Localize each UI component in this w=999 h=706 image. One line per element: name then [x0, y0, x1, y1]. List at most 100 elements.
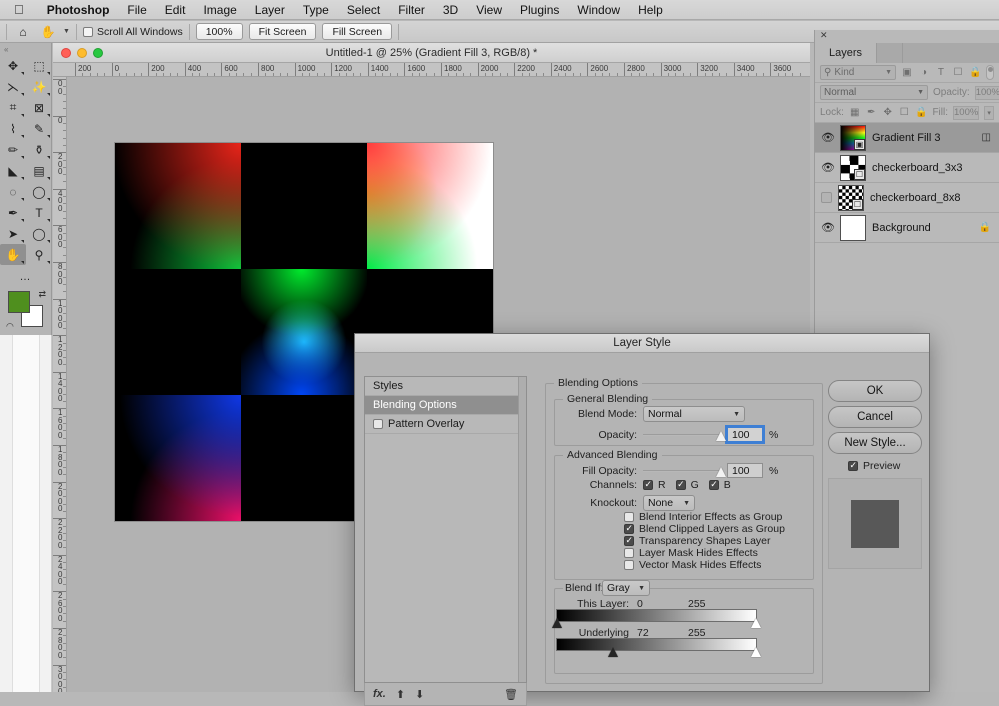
- fill-screen-button[interactable]: Fill Screen: [322, 23, 393, 40]
- dodge-tool-icon[interactable]: ◯: [26, 181, 52, 202]
- close-icon[interactable]: ✕: [815, 30, 999, 43]
- menu-item-file[interactable]: File: [118, 3, 155, 17]
- channel-g-checkbox[interactable]: G: [675, 479, 699, 491]
- hand-tool-icon[interactable]: ✋: [0, 244, 26, 265]
- blend-if-channel-dropdown[interactable]: Gray ▼: [602, 580, 650, 596]
- crop-tool-icon[interactable]: ⌗: [0, 97, 26, 118]
- opacity-value[interactable]: 100%: [974, 85, 999, 100]
- advanced-blending-checkbox[interactable]: Vector Mask Hides Effects: [624, 559, 761, 571]
- lock-transparent-pixels-icon[interactable]: ▦: [849, 107, 861, 118]
- filter-kind-dropdown[interactable]: ⚲ Kind ▼: [820, 65, 896, 80]
- swap-colors-icon[interactable]: ⇄: [38, 289, 46, 300]
- menu-item-image[interactable]: Image: [194, 3, 245, 17]
- eyedropper-tool-icon[interactable]: ⌇: [0, 118, 26, 139]
- healing-brush-tool-icon[interactable]: ✎: [26, 118, 52, 139]
- eye-visible-icon[interactable]: 👁: [821, 161, 835, 174]
- lock-all-icon[interactable]: 🔒: [915, 107, 927, 118]
- ellipse-tool-icon[interactable]: ◯: [26, 223, 52, 244]
- move-up-icon[interactable]: ⬆: [396, 688, 405, 701]
- fill-opacity-input[interactable]: 100: [727, 463, 763, 478]
- tab-placeholder[interactable]: [877, 43, 904, 63]
- move-tool-icon[interactable]: ✥: [0, 55, 26, 76]
- rectangular-marquee-tool-icon[interactable]: ⬚: [26, 55, 52, 76]
- layer-row[interactable]: 👁 ☐ checkerboard_3x3: [815, 153, 999, 183]
- tab-layers[interactable]: Layers: [815, 43, 878, 63]
- foreground-color-swatch[interactable]: [8, 291, 30, 313]
- fill-opacity-slider-handle[interactable]: [716, 467, 727, 478]
- opacity-slider-handle[interactable]: [716, 431, 727, 442]
- advanced-blending-checkbox[interactable]: Blend Clipped Layers as Group: [624, 523, 785, 535]
- underlying-layer-gradient-bar[interactable]: [556, 638, 761, 657]
- blur-tool-icon[interactable]: ◌: [0, 181, 26, 202]
- smart-object-filter-icon[interactable]: 🔒: [969, 67, 981, 78]
- channel-b-checkbox[interactable]: B: [708, 479, 731, 491]
- home-icon[interactable]: ⌂: [13, 25, 33, 39]
- checkerboard-3x3-thumb[interactable]: ☐: [840, 154, 866, 181]
- styles-list-item-pattern-overlay[interactable]: Pattern Overlay: [365, 415, 526, 434]
- document-title-bar[interactable]: Untitled-1 @ 25% (Gradient Fill 3, RGB/8…: [53, 43, 810, 63]
- adjustment-layer-filter-icon[interactable]: ◑: [918, 67, 930, 78]
- layer-row[interactable]: 👁 ▣ Gradient Fill 3 ◫: [815, 123, 999, 153]
- underlying-layer-black-handle[interactable]: [607, 647, 619, 658]
- menu-item-layer[interactable]: Layer: [246, 3, 294, 17]
- hand-tool-icon[interactable]: ✋: [39, 25, 57, 39]
- scroll-all-windows-checkbox[interactable]: Scroll All Windows: [82, 26, 183, 38]
- eye-visible-icon[interactable]: 👁: [821, 131, 835, 144]
- fill-stepper[interactable]: ▾: [984, 105, 994, 120]
- knockout-dropdown[interactable]: None ▼: [643, 495, 695, 511]
- magic-wand-tool-icon[interactable]: ✨: [26, 76, 52, 97]
- opacity-input[interactable]: 100: [725, 425, 765, 444]
- blend-mode-dropdown[interactable]: Normal ▼: [643, 406, 745, 422]
- menu-item-select[interactable]: Select: [338, 3, 389, 17]
- advanced-blending-checkbox[interactable]: Transparency Shapes Layer: [624, 535, 771, 547]
- lock-image-pixels-icon[interactable]: ✒: [865, 107, 877, 118]
- edit-toolbar-icon[interactable]: …: [0, 272, 51, 286]
- path-selection-tool-icon[interactable]: ➤: [0, 223, 26, 244]
- menu-item-photoshop[interactable]: Photoshop: [38, 3, 119, 17]
- eraser-tool-icon[interactable]: ◣: [0, 160, 26, 181]
- horizontal-ruler[interactable]: 200 0 200 400 600 800 1000 1200 1400 1600 1800 2000…: [53, 63, 810, 77]
- advanced-blending-checkbox[interactable]: Layer Mask Hides Effects: [624, 547, 758, 559]
- advanced-blending-checkbox[interactable]: Blend Interior Effects as Group: [624, 511, 782, 523]
- type-layer-filter-icon[interactable]: T: [935, 67, 947, 78]
- fx-icon[interactable]: fx.: [373, 688, 386, 700]
- shape-layer-filter-icon[interactable]: ☐: [952, 67, 964, 78]
- underlying-layer-white-handle[interactable]: [750, 647, 762, 658]
- opacity-slider[interactable]: [643, 428, 721, 442]
- menu-item-window[interactable]: Window: [568, 3, 629, 17]
- layer-row[interactable]: 👁 Background 🔒: [815, 213, 999, 243]
- layer-row[interactable]: ☐ checkerboard_8x8: [815, 183, 999, 213]
- white-thumb[interactable]: [840, 214, 866, 241]
- styles-list-item-styles[interactable]: Styles: [365, 377, 526, 396]
- zoom-tool-icon[interactable]: ⚲: [26, 244, 52, 265]
- ok-button[interactable]: OK: [828, 380, 922, 402]
- fit-screen-button[interactable]: Fit Screen: [248, 23, 317, 40]
- minimize-window-button[interactable]: [77, 48, 87, 58]
- menu-item-filter[interactable]: Filter: [389, 3, 434, 17]
- lasso-tool-icon[interactable]: ⋋: [0, 76, 26, 97]
- menu-item-plugins[interactable]: Plugins: [511, 3, 568, 17]
- frame-tool-icon[interactable]: ⊠: [26, 97, 52, 118]
- layer-blend-mode-dropdown[interactable]: Normal ▼: [820, 85, 928, 100]
- new-style-button[interactable]: New Style...: [828, 432, 922, 454]
- panel-grip[interactable]: «: [0, 43, 51, 55]
- this-layer-white-handle[interactable]: [750, 618, 762, 629]
- styles-list-item-blending-options[interactable]: Blending Options: [365, 396, 526, 415]
- zoom-100-button[interactable]: 100%: [195, 23, 243, 40]
- menu-item-view[interactable]: View: [467, 3, 511, 17]
- channel-r-checkbox[interactable]: R: [643, 479, 666, 491]
- preview-checkbox[interactable]: Preview: [848, 460, 900, 472]
- this-layer-gradient-bar[interactable]: [551, 609, 761, 628]
- menu-item-help[interactable]: Help: [629, 3, 672, 17]
- maximize-window-button[interactable]: [93, 48, 103, 58]
- menu-item-edit[interactable]: Edit: [156, 3, 195, 17]
- pixel-layer-filter-icon[interactable]: ▣: [901, 67, 913, 78]
- cancel-button[interactable]: Cancel: [828, 406, 922, 428]
- move-down-icon[interactable]: ⬇: [415, 688, 424, 701]
- pattern-overlay-checkbox[interactable]: [373, 419, 383, 429]
- link-icon[interactable]: ◫: [982, 132, 993, 143]
- lock-position-icon[interactable]: ✥: [882, 107, 894, 118]
- lock-artboard-nesting-icon[interactable]: ☐: [898, 107, 910, 118]
- vertical-ruler[interactable]: 0002004006008001000120014001600180020002…: [53, 77, 67, 692]
- fill-opacity-slider[interactable]: [643, 464, 721, 478]
